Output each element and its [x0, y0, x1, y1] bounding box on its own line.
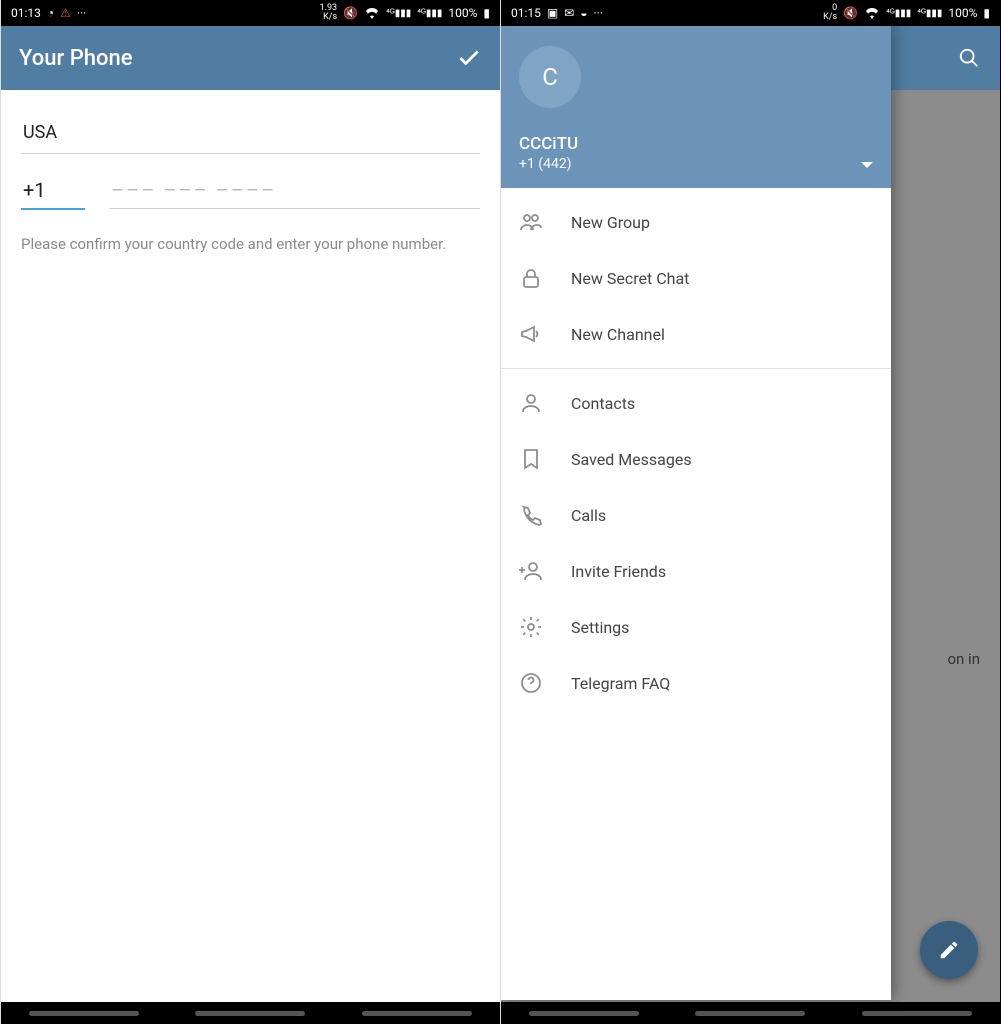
drawer-header[interactable]: C CCCiTU +1 (442): [501, 26, 891, 188]
nav-back[interactable]: [862, 1011, 972, 1016]
group-icon: [519, 210, 543, 234]
bookmark-icon: [519, 447, 543, 471]
divider: [501, 368, 891, 369]
help-icon: [519, 671, 543, 695]
drawer-item-new-secret-chat[interactable]: New Secret Chat: [501, 250, 891, 306]
country-code-input[interactable]: +1: [21, 172, 85, 210]
android-nav-bar: [501, 1002, 1000, 1024]
nav-home[interactable]: [695, 1011, 805, 1016]
drawer-item-saved-messages[interactable]: Saved Messages: [501, 431, 891, 487]
search-icon[interactable]: [958, 47, 980, 69]
nav-home[interactable]: [195, 1011, 305, 1016]
drawer-item-invite-friends[interactable]: Invite Friends: [501, 543, 891, 599]
confirm-button[interactable]: [456, 45, 482, 71]
status-icon-app: ◔: [47, 6, 54, 20]
status-bar: 01:15 ▣ ✉ ◒ ··· 0 K/s 🔇 ⁴ᴳ▮▮▮ ⁴ᴳ▮▮▮ 100%…: [501, 0, 1000, 26]
status-icon-more: ···: [77, 6, 86, 20]
user-name: CCCiTU: [519, 134, 873, 154]
nav-recents[interactable]: [29, 1011, 139, 1016]
status-speed: 1.93 K/s: [320, 4, 338, 22]
battery-text: 100%: [948, 6, 977, 20]
country-field[interactable]: USA: [21, 108, 480, 154]
drawer-item-new-channel[interactable]: New Channel: [501, 306, 891, 362]
status-icon-image: ▣: [547, 6, 558, 20]
status-time: 01:13: [11, 6, 41, 20]
drawer-item-telegram-faq[interactable]: Telegram FAQ: [501, 655, 891, 711]
gear-icon: [519, 615, 543, 639]
drawer-item-label: New Channel: [571, 325, 665, 344]
battery-text: 100%: [448, 6, 477, 20]
wifi-icon: [364, 7, 380, 19]
lock-icon: [519, 266, 543, 290]
drawer-item-calls[interactable]: Calls: [501, 487, 891, 543]
avatar[interactable]: C: [519, 46, 581, 108]
drawer-item-label: Settings: [571, 618, 629, 637]
signal-icon-2: ⁴ᴳ▮▮▮: [917, 8, 942, 19]
drawer-item-settings[interactable]: Settings: [501, 599, 891, 655]
page-title: Your Phone: [19, 46, 132, 71]
drawer-item-label: Calls: [571, 506, 606, 525]
drawer-item-label: New Secret Chat: [571, 269, 689, 288]
drawer-item-label: Contacts: [571, 394, 635, 413]
left-phone-screen: 01:13 ◔ ⚠ ··· 1.93 K/s 🔇 ⁴ᴳ▮▮▮ ⁴ᴳ▮▮▮ 100…: [0, 0, 500, 1024]
phone-icon: [519, 503, 543, 527]
drawer-list: New Group New Secret Chat New Channel: [501, 188, 891, 717]
user-phone: +1 (442): [519, 156, 873, 172]
nav-back[interactable]: [362, 1011, 472, 1016]
compose-fab[interactable]: [920, 921, 978, 979]
battery-icon: ▮: [483, 6, 490, 20]
status-icon-mail: ✉: [564, 6, 574, 20]
drawer-item-label: Telegram FAQ: [571, 674, 670, 693]
phone-form: USA +1 ––– ––– –––– Please confirm your …: [1, 90, 500, 273]
person-icon: [519, 391, 543, 415]
hint-text: Please confirm your country code and ent…: [21, 234, 480, 255]
status-icon-more: ···: [594, 6, 603, 20]
right-phone-screen: 01:15 ▣ ✉ ◒ ··· 0 K/s 🔇 ⁴ᴳ▮▮▮ ⁴ᴳ▮▮▮ 100%…: [500, 0, 1000, 1024]
battery-icon: ▮: [983, 6, 990, 20]
app-bar: Your Phone: [1, 26, 500, 90]
nav-recents[interactable]: [529, 1011, 639, 1016]
status-time: 01:15: [511, 6, 541, 20]
drawer-item-label: Saved Messages: [571, 450, 692, 469]
signal-icon: ⁴ᴳ▮▮▮: [386, 8, 411, 19]
android-nav-bar: [1, 1002, 500, 1024]
drawer-item-contacts[interactable]: Contacts: [501, 375, 891, 431]
status-bar: 01:13 ◔ ⚠ ··· 1.93 K/s 🔇 ⁴ᴳ▮▮▮ ⁴ᴳ▮▮▮ 100…: [1, 0, 500, 26]
wifi-icon: [864, 7, 880, 19]
drawer-item-new-group[interactable]: New Group: [501, 194, 891, 250]
signal-icon-2: ⁴ᴳ▮▮▮: [417, 8, 442, 19]
mute-icon: 🔇: [843, 6, 858, 20]
navigation-drawer: C CCCiTU +1 (442) New Group New Secret C…: [501, 26, 891, 1000]
signal-icon: ⁴ᴳ▮▮▮: [886, 8, 911, 19]
add-person-icon: [519, 559, 543, 583]
chevron-down-icon[interactable]: [861, 162, 873, 168]
drawer-item-label: Invite Friends: [571, 562, 666, 581]
drawer-item-label: New Group: [571, 213, 650, 232]
status-icon-chat: ◒: [580, 6, 587, 20]
status-speed: 0 K/s: [823, 4, 837, 22]
mute-icon: 🔇: [343, 6, 358, 20]
megaphone-icon: [519, 322, 543, 346]
phone-number-input[interactable]: ––– ––– ––––: [109, 172, 480, 209]
avatar-initial: C: [542, 63, 558, 91]
status-icon-alert: ⚠: [60, 6, 71, 20]
background-text: on in: [948, 650, 981, 668]
